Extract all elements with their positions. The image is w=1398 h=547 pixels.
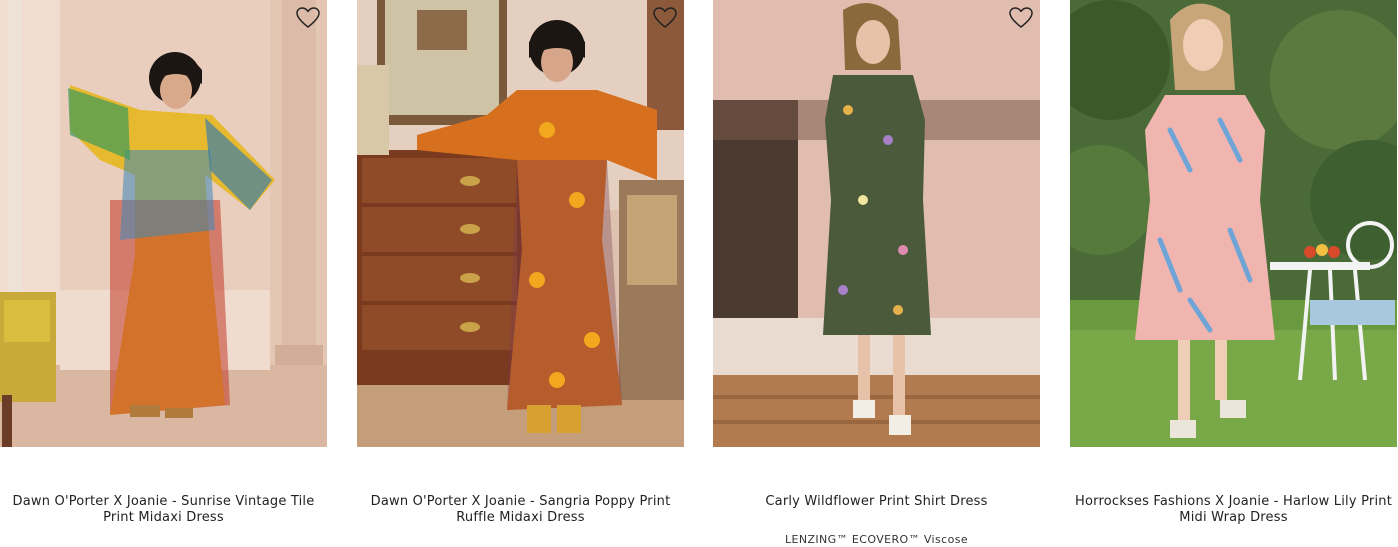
product-title[interactable]: Dawn O'Porter X Joanie - Sangria Poppy P… <box>357 494 684 526</box>
product-grid: Dawn O'Porter X Joanie - Sunrise Vintage… <box>0 0 1398 546</box>
wishlist-heart-icon[interactable] <box>652 6 678 30</box>
product-card[interactable]: Dawn O'Porter X Joanie - Sunrise Vintage… <box>0 0 327 544</box>
product-card[interactable]: Dawn O'Porter X Joanie - Sangria Poppy P… <box>357 0 684 544</box>
product-fabric-note: LENZING™ ECOVERO™ Viscose <box>784 533 969 546</box>
product-title[interactable]: Carly Wildflower Print Shirt Dress <box>713 494 1040 510</box>
wishlist-heart-icon[interactable] <box>295 6 321 30</box>
product-image[interactable] <box>0 0 327 447</box>
product-image[interactable] <box>1070 0 1397 447</box>
product-card[interactable]: Carly Wildflower Print Shirt Dress LENZI… <box>713 0 1040 546</box>
product-title[interactable]: Dawn O'Porter X Joanie - Sunrise Vintage… <box>0 494 327 526</box>
product-title[interactable]: Horrockses Fashions X Joanie - Harlow Li… <box>1070 494 1397 526</box>
wishlist-heart-icon[interactable] <box>1008 6 1034 30</box>
product-card[interactable]: Horrockses Fashions X Joanie - Harlow Li… <box>1070 0 1397 544</box>
product-image[interactable] <box>713 0 1040 447</box>
product-image[interactable] <box>357 0 684 447</box>
